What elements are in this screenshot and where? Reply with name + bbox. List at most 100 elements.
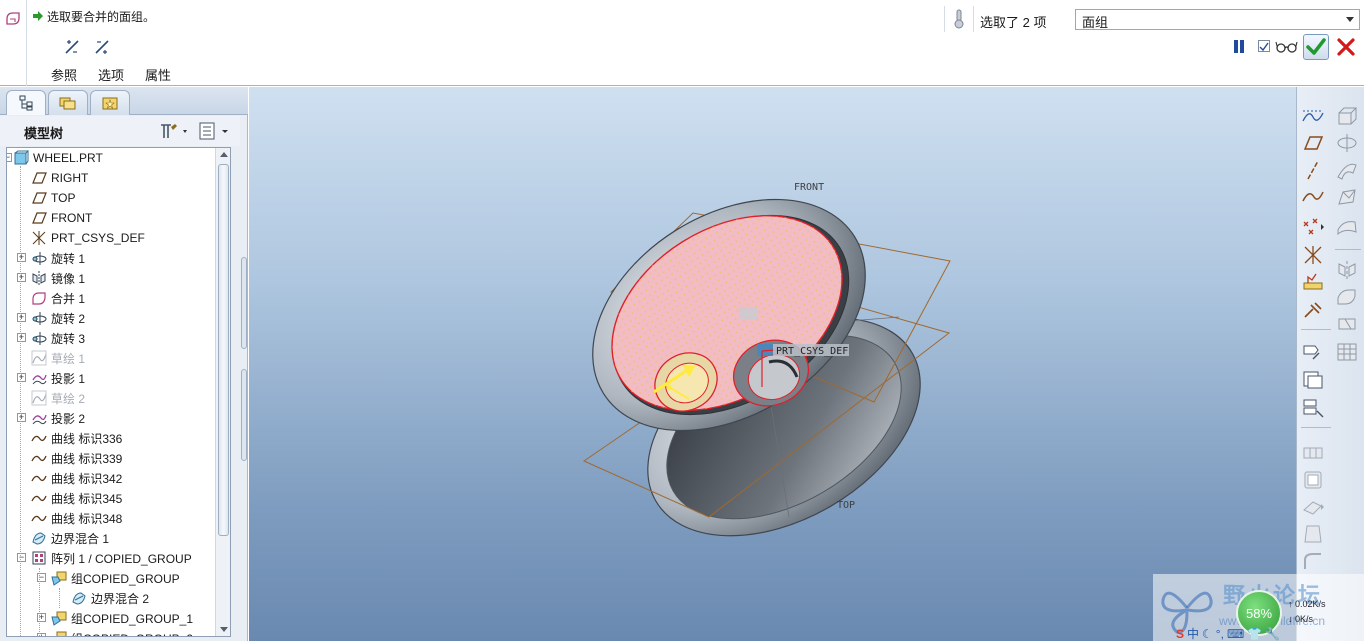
tree-item[interactable]: − WHEEL.PRT bbox=[7, 148, 103, 168]
splitter-grip[interactable] bbox=[241, 369, 247, 461]
tab-model-tree[interactable] bbox=[6, 90, 46, 115]
tree-item[interactable]: + 旋转 3 bbox=[17, 328, 85, 348]
csys-icon[interactable] bbox=[1301, 244, 1325, 266]
panel-splitter[interactable] bbox=[240, 257, 248, 467]
model-tree: − WHEEL.PRT RIGHT TOP FRONT PRT_CSYS_DEF + 旋转 1… bbox=[6, 147, 231, 637]
tree-item[interactable]: TOP bbox=[31, 188, 75, 208]
tree-item[interactable]: 合并 1 bbox=[31, 288, 85, 308]
pattern-tool-icon[interactable] bbox=[1335, 341, 1359, 363]
revolve-tool-icon[interactable] bbox=[1335, 132, 1359, 154]
graphics-window[interactable]: PRT_CSYS_DEF FRONT TOP bbox=[249, 87, 1296, 641]
tree-item[interactable]: − 组COPIED_GROUP bbox=[37, 568, 180, 588]
collapse-minus-icon[interactable]: − bbox=[7, 153, 12, 162]
scroll-thumb[interactable] bbox=[218, 164, 229, 536]
tree-item[interactable]: FRONT bbox=[31, 208, 92, 228]
datum-plane-display-icon[interactable] bbox=[1301, 105, 1325, 127]
tree-item[interactable]: + 旋转 1 bbox=[17, 248, 85, 268]
tree-item[interactable]: + 旋转 2 bbox=[17, 308, 85, 328]
expand-plus-icon[interactable]: + bbox=[17, 313, 26, 322]
mirror-tool-icon[interactable] bbox=[1335, 259, 1359, 281]
tree-item-label: 组COPIED_GROUP bbox=[71, 571, 180, 586]
boundary-blend-icon bbox=[32, 532, 46, 545]
expand-plus-icon[interactable]: + bbox=[17, 253, 26, 262]
trim-icon[interactable] bbox=[1335, 313, 1359, 335]
tree-item-label: 曲线 标识336 bbox=[51, 431, 123, 446]
expand-plus-icon[interactable]: + bbox=[17, 333, 26, 342]
blend-icon[interactable] bbox=[1335, 186, 1359, 208]
rib-icon[interactable] bbox=[1301, 496, 1325, 518]
tree-item[interactable]: 草绘 1 bbox=[31, 348, 85, 368]
tree-item[interactable]: 草绘 2 bbox=[31, 388, 85, 408]
tree-item-label: 合并 1 bbox=[51, 291, 86, 306]
sweep-icon[interactable] bbox=[1335, 159, 1359, 181]
tree-item[interactable]: + 投影 2 bbox=[17, 408, 85, 428]
model-viewport[interactable]: PRT_CSYS_DEF FRONT TOP bbox=[249, 87, 1296, 641]
datum-label-front[interactable]: FRONT bbox=[794, 182, 824, 193]
extrude-icon[interactable] bbox=[1335, 105, 1359, 127]
ime-chinese-mode[interactable]: 中 bbox=[1187, 625, 1199, 641]
tree-item[interactable]: + 投影 1 bbox=[17, 368, 85, 388]
tree-settings-icon[interactable] bbox=[158, 121, 192, 141]
expand-plus-icon[interactable]: + bbox=[17, 273, 26, 282]
tab-references[interactable]: 参照 bbox=[51, 65, 77, 84]
scroll-up-icon[interactable] bbox=[220, 152, 228, 157]
ime-tool-icon[interactable]: 🔧 bbox=[1265, 627, 1280, 641]
tree-item[interactable]: 曲线 标识342 bbox=[31, 468, 122, 488]
round-icon[interactable] bbox=[1301, 550, 1325, 572]
pause-icon[interactable] bbox=[1232, 39, 1246, 54]
tree-item[interactable]: +组COPIED_GROUP_2 bbox=[37, 628, 193, 636]
tree-item[interactable]: + 组COPIED_GROUP_1 bbox=[37, 608, 193, 628]
copy-icon[interactable] bbox=[1301, 341, 1325, 363]
datum-curve-icon[interactable] bbox=[1301, 186, 1325, 208]
ime-moon-icon[interactable]: ☾ bbox=[1202, 627, 1213, 641]
tab-properties[interactable]: 属性 bbox=[145, 65, 171, 84]
tree-item[interactable]: RIGHT bbox=[31, 168, 88, 188]
analysis-icon[interactable] bbox=[1301, 271, 1325, 293]
datum-plane-icon[interactable] bbox=[1301, 132, 1325, 154]
expand-plus-icon[interactable]: + bbox=[17, 373, 26, 382]
ime-punct-icon[interactable]: °, bbox=[1216, 627, 1224, 641]
shell-icon[interactable] bbox=[1301, 469, 1325, 491]
splitter-grip[interactable] bbox=[241, 257, 247, 349]
ime-keyboard-icon[interactable]: ⌨ bbox=[1227, 627, 1244, 641]
join-mode-icon[interactable] bbox=[62, 37, 82, 57]
hole-icon[interactable] bbox=[1301, 442, 1325, 464]
sketch-tool-icon[interactable] bbox=[1301, 299, 1325, 321]
tab-folder-browser[interactable] bbox=[48, 90, 88, 115]
side-flip-icon[interactable] bbox=[92, 37, 112, 57]
paste-special-icon[interactable] bbox=[1301, 397, 1325, 419]
merge-tool-icon[interactable] bbox=[1335, 286, 1359, 308]
surface-icon[interactable] bbox=[1335, 216, 1359, 238]
draft-icon[interactable] bbox=[1301, 523, 1325, 545]
glasses-preview-icon[interactable] bbox=[1275, 40, 1299, 54]
expand-plus-icon[interactable]: + bbox=[17, 413, 26, 422]
dashboard-feature-slot bbox=[0, 0, 27, 86]
ok-button[interactable] bbox=[1303, 34, 1329, 60]
tree-scrollbar[interactable] bbox=[215, 148, 230, 636]
tree-item[interactable]: PRT_CSYS_DEF bbox=[31, 228, 145, 248]
paste-icon[interactable] bbox=[1301, 369, 1325, 391]
datum-point-icon[interactable] bbox=[1301, 216, 1325, 238]
tree-item[interactable]: 曲线 标识339 bbox=[31, 448, 122, 468]
ime-logo-icon[interactable]: S bbox=[1176, 627, 1184, 641]
tree-item[interactable]: 曲线 标识336 bbox=[31, 428, 122, 448]
datum-label-top[interactable]: TOP bbox=[837, 500, 855, 511]
ime-skin-icon[interactable]: 👕 bbox=[1247, 627, 1262, 641]
tab-favorites[interactable] bbox=[90, 90, 130, 115]
curve-icon bbox=[31, 515, 47, 522]
cancel-icon[interactable] bbox=[1335, 36, 1357, 58]
scroll-down-icon[interactable] bbox=[220, 627, 228, 632]
tree-item[interactable]: 边界混合 2 bbox=[71, 588, 149, 608]
datum-axis-icon[interactable] bbox=[1301, 159, 1325, 181]
collapse-minus-icon[interactable]: − bbox=[17, 553, 26, 562]
preview-checkbox[interactable] bbox=[1258, 40, 1270, 52]
tree-item[interactable]: 曲线 标识348 bbox=[31, 508, 122, 528]
tree-show-icon[interactable] bbox=[198, 121, 232, 141]
tree-item[interactable]: 曲线 标识345 bbox=[31, 488, 122, 508]
tree-item[interactable]: 边界混合 1 bbox=[31, 528, 109, 548]
tab-options[interactable]: 选项 bbox=[98, 65, 124, 84]
selection-filter-select[interactable]: 面组 bbox=[1075, 9, 1360, 30]
tree-item[interactable]: + 镜像 1 bbox=[17, 268, 85, 288]
tree-item[interactable]: − 阵列 1 / COPIED_GROUP bbox=[17, 548, 192, 568]
ime-toolbar[interactable]: S 中 ☾ °, ⌨ 👕 🔧 bbox=[1176, 626, 1280, 641]
